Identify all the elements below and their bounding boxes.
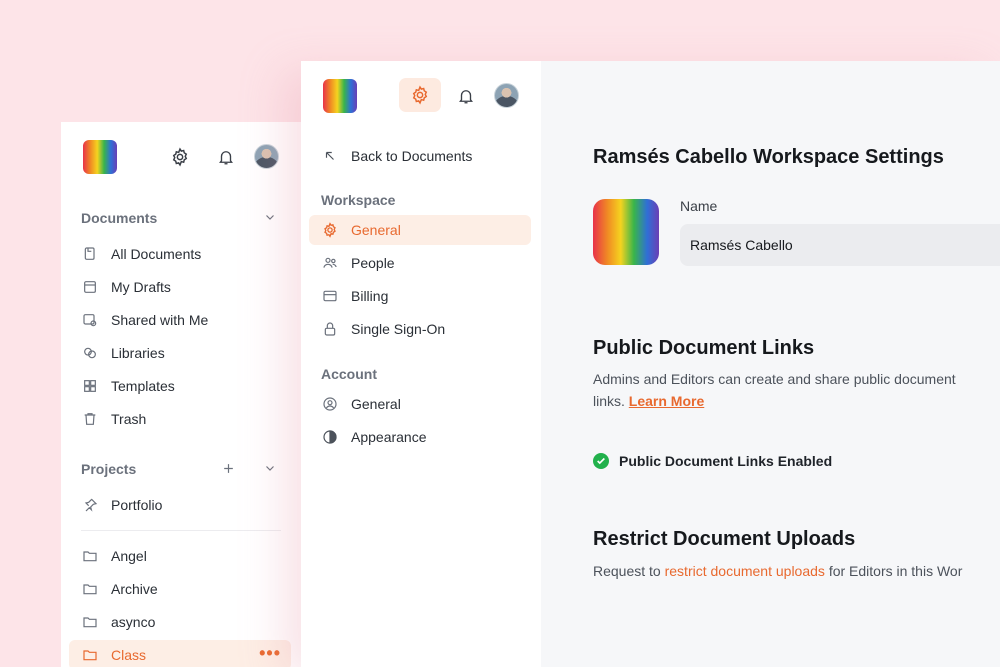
restrict-uploads-text-pre: Request to bbox=[593, 563, 661, 579]
documents-section-title: Documents bbox=[81, 210, 158, 226]
folder-icon bbox=[81, 646, 99, 664]
gear-icon[interactable] bbox=[169, 146, 191, 168]
user-circle-icon bbox=[321, 395, 339, 413]
sidebar-item-label: General bbox=[351, 222, 401, 238]
settings-content: Ramsés Cabello Workspace Settings Name R… bbox=[541, 61, 1000, 667]
name-label: Name bbox=[680, 198, 718, 214]
sidebar-item-trash[interactable]: Trash bbox=[81, 404, 301, 434]
sidebar-item-label: Shared with Me bbox=[111, 312, 209, 328]
sidebar-item-label: General bbox=[351, 396, 401, 412]
project-item-class[interactable]: Class ••• bbox=[69, 640, 291, 667]
folder-icon bbox=[81, 547, 99, 565]
sidebar-item-my-drafts[interactable]: My Drafts bbox=[81, 272, 301, 302]
sidebar-item-label: My Drafts bbox=[111, 279, 171, 295]
sidebar-item-label: asynco bbox=[111, 614, 156, 630]
contrast-icon bbox=[321, 428, 339, 446]
back-to-documents-label: Back to Documents bbox=[351, 148, 473, 164]
workspace-section-title: Workspace bbox=[321, 192, 396, 208]
workspace-avatar-upload[interactable] bbox=[593, 199, 659, 265]
pin-icon bbox=[81, 496, 99, 514]
sidebar-item-label: Portfolio bbox=[111, 497, 163, 513]
avatar[interactable] bbox=[254, 144, 279, 169]
sidebar-item-billing[interactable]: Billing bbox=[321, 281, 541, 311]
restrict-uploads-text-post: for Editors in this Wor bbox=[828, 563, 963, 579]
back-to-documents-link[interactable]: Back to Documents bbox=[321, 141, 541, 171]
arrow-up-left-icon bbox=[321, 147, 339, 165]
public-links-heading: Public Document Links bbox=[593, 337, 815, 359]
folder-icon bbox=[81, 613, 99, 631]
sidebar-item-libraries[interactable]: Libraries bbox=[81, 338, 301, 368]
sidebar-item-label: Billing bbox=[351, 288, 389, 304]
project-item-portfolio[interactable]: Portfolio bbox=[81, 490, 301, 520]
settings-sidebar: Back to Documents Workspace General Peop… bbox=[301, 61, 541, 667]
sidebar-item-shared-with-me[interactable]: Shared with Me bbox=[81, 305, 301, 335]
sidebar-item-label: Templates bbox=[111, 378, 175, 394]
plus-icon[interactable] bbox=[221, 461, 235, 475]
sidebar-item-label: Class bbox=[111, 647, 147, 663]
check-circle-icon bbox=[593, 453, 609, 469]
chevron-down-icon[interactable] bbox=[263, 461, 277, 475]
workspace-logo[interactable] bbox=[323, 79, 357, 113]
public-links-description-text: links. bbox=[593, 393, 625, 409]
chevron-down-icon[interactable] bbox=[263, 210, 277, 224]
more-options-icon[interactable]: ••• bbox=[259, 644, 281, 662]
sidebar-item-general[interactable]: General bbox=[309, 215, 531, 245]
folder-icon bbox=[81, 580, 99, 598]
sidebar-item-label: Single Sign-On bbox=[351, 321, 446, 337]
public-links-description-line2: links. Learn More bbox=[593, 390, 956, 412]
gear-icon bbox=[321, 221, 339, 239]
divider bbox=[81, 530, 281, 531]
sidebar-item-label: All Documents bbox=[111, 246, 202, 262]
sidebar-item-label: People bbox=[351, 255, 395, 271]
restrict-uploads-link[interactable]: restrict document uploads bbox=[665, 563, 825, 579]
avatar[interactable] bbox=[494, 83, 519, 108]
bell-icon[interactable] bbox=[455, 85, 477, 107]
page-title: Ramsés Cabello Workspace Settings bbox=[593, 146, 944, 168]
shared-icon bbox=[81, 311, 99, 329]
sidebar-item-label: Archive bbox=[111, 581, 158, 597]
sidebar-item-people[interactable]: People bbox=[321, 248, 541, 278]
bell-icon[interactable] bbox=[215, 146, 237, 168]
public-links-status: Public Document Links Enabled bbox=[593, 453, 832, 469]
settings-window: Back to Documents Workspace General Peop… bbox=[301, 61, 1000, 667]
trash-icon bbox=[81, 410, 99, 428]
restrict-uploads-heading: Restrict Document Uploads bbox=[593, 528, 856, 550]
projects-section-title: Projects bbox=[81, 461, 137, 477]
sidebar-item-label: Angel bbox=[111, 548, 147, 564]
project-item-archive[interactable]: Archive bbox=[81, 574, 301, 604]
sidebar-item-single-sign-on[interactable]: Single Sign-On bbox=[321, 314, 541, 344]
sidebar-item-account-general[interactable]: General bbox=[321, 389, 541, 419]
sidebar-item-appearance[interactable]: Appearance bbox=[321, 422, 541, 452]
public-links-description: Admins and Editors can create and share … bbox=[593, 368, 956, 412]
lock-icon bbox=[321, 320, 339, 338]
libraries-icon bbox=[81, 344, 99, 362]
templates-icon bbox=[81, 377, 99, 395]
public-links-status-text: Public Document Links Enabled bbox=[619, 453, 833, 469]
workspace-logo[interactable] bbox=[83, 140, 117, 174]
account-section-title: Account bbox=[321, 366, 377, 382]
sidebar-item-all-documents[interactable]: All Documents bbox=[81, 239, 301, 269]
drafts-icon bbox=[81, 278, 99, 296]
project-item-angel[interactable]: Angel bbox=[81, 541, 301, 571]
sidebar-item-label: Trash bbox=[111, 411, 147, 427]
people-icon bbox=[321, 254, 339, 272]
documents-icon bbox=[81, 245, 99, 263]
public-links-description-line1: Admins and Editors can create and share … bbox=[593, 371, 956, 387]
gear-icon bbox=[410, 85, 430, 105]
project-item-asynco[interactable]: asynco bbox=[81, 607, 301, 637]
sidebar-item-label: Libraries bbox=[111, 345, 165, 361]
restrict-uploads-description: Request to restrict document uploads for… bbox=[593, 560, 962, 582]
learn-more-link[interactable]: Learn More bbox=[629, 393, 704, 409]
workspace-name-field[interactable]: Ramsés Cabello bbox=[680, 224, 1000, 266]
sidebar-item-templates[interactable]: Templates bbox=[81, 371, 301, 401]
card-icon bbox=[321, 287, 339, 305]
settings-gear-button[interactable] bbox=[399, 78, 441, 112]
sidebar-item-label: Appearance bbox=[351, 429, 427, 445]
